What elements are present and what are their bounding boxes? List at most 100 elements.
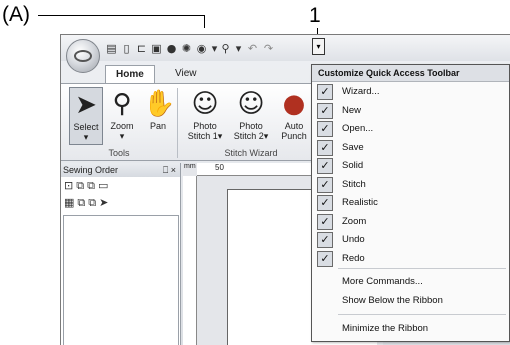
menu-item-label: Save [342,141,364,153]
solid-view-icon[interactable]: ● [165,42,178,55]
check-icon: ✓ [317,232,333,248]
panel-toolbar-1: ⊡⧉⧉▭ [61,177,180,194]
panel-header: Sewing Order ⎕ × [61,163,180,177]
select-button[interactable]: ➤ Select ▾ [69,87,103,145]
wizard-icon[interactable]: ▤ [105,42,118,55]
redo-icon[interactable]: ↷ [262,42,275,55]
tab-home[interactable]: Home [105,65,155,83]
customize-toolbar-menu: Customize Quick Access Toolbar ✓ Wizard..… [311,64,510,342]
menu-item-label: Redo [342,252,365,264]
check-icon: ✓ [317,176,333,193]
check-icon: ✓ [317,139,333,156]
order-icon[interactable]: ⧉ [76,179,87,192]
select-dropdown-icon: ▾ [83,132,89,142]
list-view-icon[interactable]: ▦ [64,196,77,209]
group-label-stitch-wizard: Stitch Wizard [224,148,278,158]
pan-button[interactable]: ✋ Pan [143,87,176,131]
stitch-view-icon[interactable]: ✺ [180,42,193,55]
magnifier-icon: ⚲ [112,89,132,119]
menu-item-solid[interactable]: ✓ Solid [312,157,510,176]
group-separator [177,88,178,158]
menu-item-label: Wizard... [342,86,380,97]
zoom-label: Zoom [110,121,134,131]
menu-item-stitch[interactable]: ✓ Stitch [312,176,510,195]
move-icon[interactable]: ⧉ [77,196,88,209]
menu-command-list: ✓ Wizard... ✓ New ✓ Open... ✓ Save ✓ Solid ✓ S… [312,83,510,268]
screenshot: (A) 1 2 ▤ ▯ ⊏ ▣ ● ✺ ◉ ▾ ⚲ ▾ ↶ ↷ ▾ Home V… [0,0,510,345]
menu-item-label: Realistic [342,197,378,208]
customize-toolbar-button[interactable]: ▾ [312,38,325,55]
menu-item-redo[interactable]: ✓ Redo [312,250,510,269]
realistic-view-icon[interactable]: ◉ [195,42,208,55]
panel-toolbar-2: ▦⧉⧉➤ [61,194,180,211]
fit-view-icon[interactable]: ⊡ [64,179,76,192]
callout-a-line-down [204,15,205,28]
callout-a-line [38,15,205,16]
menu-item-save[interactable]: ✓ Save [312,139,510,158]
menu-item-label: Undo [342,234,365,245]
more-commands-item[interactable]: More Commands... [312,272,510,291]
ruler-unit: mm [184,163,196,170]
undo-icon[interactable]: ↶ [246,42,259,55]
zoom-dropdown-icon: ▾ [119,131,125,141]
photo-stitch-2-button[interactable]: ☺ Photo Stitch 2▾ [229,87,273,141]
pan-label: Pan [149,121,166,131]
hand-icon: ✋ [143,89,176,119]
menu-title: Customize Quick Access Toolbar [312,65,509,82]
select-label: Select [73,122,99,132]
menu-divider [338,268,506,269]
photo-face-icon: ☺ [237,89,265,119]
zoom-icon[interactable]: ⚲ [219,42,232,55]
sewing-order-panel: Sewing Order ⎕ × ⊡⧉⧉▭ ▦⧉⧉➤ [61,163,181,345]
menu-item-wizard[interactable]: ✓ Wizard... [312,83,510,102]
check-icon: ✓ [317,102,333,119]
panel-title: Sewing Order [63,165,119,175]
sewing-order-list[interactable] [63,215,179,345]
arrow-cursor-icon: ➤ [75,90,97,120]
save-icon[interactable]: ▣ [150,42,163,55]
callout-1-label: 1 [309,4,321,27]
new-file-icon[interactable]: ▯ [120,42,133,55]
menu-item-undo[interactable]: ✓ Undo [312,231,510,250]
ruler-mark: 50 [215,163,224,172]
order-group-icon[interactable]: ⧉ [87,179,98,192]
zoom-button[interactable]: ⚲ Zoom ▾ [105,87,139,141]
group-label-tools: Tools [108,148,130,158]
auto-punch-button[interactable]: ● Auto Punch [275,87,313,141]
menu-item-label: Stitch [342,178,366,190]
callout-a-label: (A) [2,3,30,26]
menu-item-open[interactable]: ✓ Open... [312,120,510,139]
menu-item-label: Solid [342,160,364,171]
application-button[interactable] [66,39,100,73]
tab-view[interactable]: View [165,65,207,83]
open-folder-icon[interactable]: ⊏ [135,42,148,55]
minimize-ribbon-item[interactable]: Minimize the Ribbon [312,319,510,338]
photo-face-icon: ☺ [191,89,219,119]
photo-stitch-1-sublabel: Stitch 1 [187,131,218,141]
photo-stitch-2-sub: Stitch 2▾ [233,131,269,141]
application-logo-icon [74,50,92,62]
menu-extra-options: More Commands... Show Below the Ribbon [312,272,510,310]
check-icon: ✓ [317,121,333,137]
zoom-dropdown-icon[interactable]: ▾ [232,42,245,55]
check-icon: ✓ [317,158,333,174]
auto-punch-sublabel: Punch [281,131,307,141]
merge-icon[interactable]: ⧉ [88,196,99,209]
menu-item-zoom[interactable]: ✓ Zoom [312,213,510,232]
menu-item-new[interactable]: ✓ New [312,102,510,121]
show-below-ribbon-item[interactable]: Show Below the Ribbon [312,291,510,310]
pointer-icon[interactable]: ➤ [99,196,111,209]
ruler-left [183,176,197,345]
menu-item-realistic[interactable]: ✓ Realistic [312,194,510,213]
photo-stitch-2-label: Photo [239,121,263,131]
photo-stitch-1-sub: Stitch 1▾ [187,131,223,141]
menu-item-label: Zoom [342,215,367,227]
check-icon: ✓ [317,250,333,267]
frame-icon[interactable]: ▭ [98,179,111,192]
apple-icon: ● [282,89,306,119]
check-icon: ✓ [317,195,333,211]
photo-stitch-1-button[interactable]: ☺ Photo Stitch 1▾ [183,87,227,141]
quick-access-toolbar: ▤ ▯ ⊏ ▣ ● ✺ ◉ ▾ ⚲ ▾ ↶ ↷ ▾ [61,35,510,61]
auto-punch-label: Auto [284,121,304,131]
panel-controls[interactable]: ⎕ × [163,163,176,177]
